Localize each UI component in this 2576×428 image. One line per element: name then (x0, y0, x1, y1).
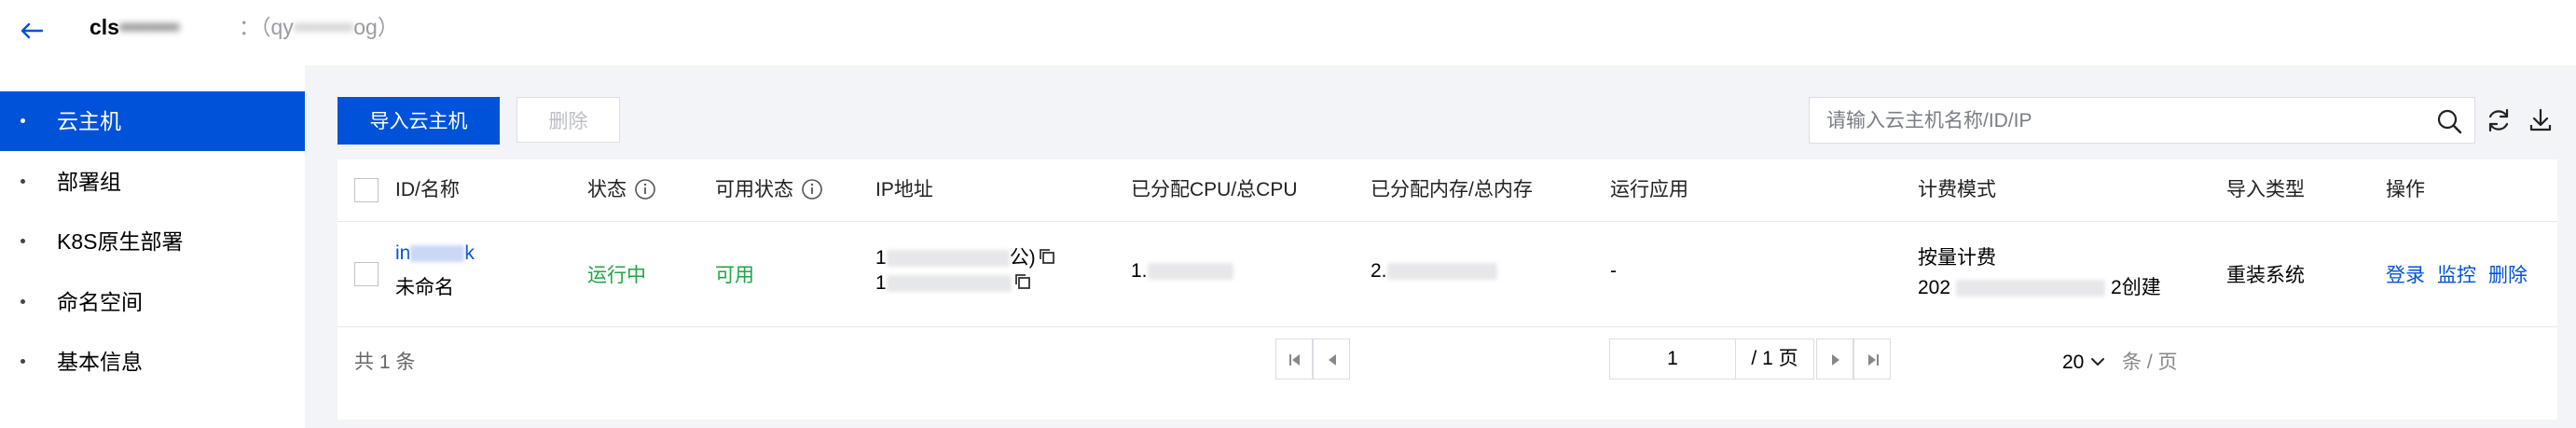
billing-created-date: 202 2创建 (1918, 272, 2161, 300)
availability-available: 可用 (715, 265, 754, 286)
redacted-cluster-id: •••••••• (118, 15, 180, 39)
redacted-cpu (1147, 263, 1233, 281)
ip-private-prefix: 1 (875, 272, 887, 294)
search-box (1809, 97, 2475, 145)
page-title-prefix: cls (90, 15, 119, 39)
sidebar-item-deploy-group[interactable]: 部署组 (0, 152, 305, 212)
sidebar-item-k8s-deploy[interactable]: K8S原生部署 (0, 212, 305, 271)
column-header-availability-label: 可用状态 (715, 179, 793, 200)
bullet-icon (21, 118, 25, 123)
sidebar-item-namespace[interactable]: 命名空间 (0, 272, 305, 332)
column-header-id-name: ID/名称 (395, 179, 460, 200)
cvm-table-card: ID/名称 状态 可用状态 IP地址 已分配CPU/总CPU 已分配内存/总内存… (337, 159, 2557, 420)
column-header-running-app: 运行应用 (1610, 179, 1688, 200)
redacted-cluster-name: •••••••• (293, 15, 354, 39)
redacted-instance-id (410, 245, 465, 263)
redacted-date (1956, 280, 2106, 297)
memory-allocation: 2. (1371, 260, 1497, 283)
per-page-unit: 条 / 页 (2122, 352, 2178, 373)
mem-prefix: 2. (1371, 260, 1387, 282)
monitor-link[interactable]: 监控 (2437, 260, 2476, 288)
total-pages: / 1 页 (1736, 338, 1814, 380)
column-header-billing-mode: 计费模式 (1918, 179, 1996, 200)
cpu-prefix: 1. (1131, 260, 1148, 282)
import-cvm-button[interactable]: 导入云主机 (337, 97, 500, 145)
import-type: 重装系统 (2226, 265, 2305, 286)
redacted-public-ip (886, 250, 1010, 268)
info-icon[interactable] (801, 178, 823, 200)
page-subtitle-end: og） (353, 15, 399, 39)
last-page-button[interactable] (1853, 338, 1891, 380)
sidebar-item-label: 部署组 (57, 170, 121, 194)
ip-private: 1 (875, 272, 1032, 295)
delete-link[interactable]: 删除 (2488, 260, 2528, 288)
page-size-select[interactable]: 20 (2062, 346, 2106, 380)
copy-icon[interactable] (1013, 272, 1032, 291)
bullet-icon (21, 299, 25, 304)
column-header-import-type: 导入类型 (2226, 179, 2305, 200)
row-checkbox[interactable] (354, 262, 379, 286)
billing-date-prefix: 202 (1918, 277, 1951, 298)
instance-id-prefix: in (395, 242, 411, 264)
prev-page-button[interactable] (1313, 338, 1350, 380)
copy-icon[interactable] (1038, 247, 1056, 266)
download-icon[interactable] (2527, 106, 2555, 134)
instance-name: 未命名 (395, 277, 454, 298)
caret-left-icon (1329, 354, 1336, 366)
caret-right-icon (1832, 354, 1839, 366)
redacted-memory (1386, 263, 1497, 281)
ip-public: 1 公) (875, 242, 1056, 270)
cpu-allocation: 1. (1131, 260, 1233, 283)
sidebar-item-label: 云主机 (57, 109, 121, 133)
instance-id-link[interactable]: in k (395, 242, 475, 265)
column-header-memory: 已分配内存/总内存 (1371, 179, 1533, 200)
first-page-icon (1289, 354, 1300, 366)
sidebar-item-label: 基本信息 (57, 350, 143, 374)
column-header-cpu: 已分配CPU/总CPU (1131, 179, 1298, 200)
redacted-private-ip (886, 275, 1012, 293)
bullet-icon (21, 359, 25, 364)
sidebar-item-label: K8S原生部署 (57, 229, 184, 254)
search-icon[interactable] (2435, 107, 2463, 135)
page-subtitle: ：（qy••••••••og） (239, 11, 399, 43)
ip-public-suffix: 公) (1009, 247, 1036, 269)
info-icon[interactable] (634, 178, 656, 200)
arrow-left-icon[interactable] (17, 16, 47, 46)
table-header: ID/名称 状态 可用状态 IP地址 已分配CPU/总CPU 已分配内存/总内存… (337, 159, 2557, 222)
bullet-icon (21, 179, 25, 184)
page-title: cls•••••••• (90, 11, 179, 43)
first-page-button[interactable] (1275, 338, 1313, 380)
instance-id-suffix: k (464, 242, 475, 264)
sidebar: 云主机 部署组 K8S原生部署 命名空间 基本信息 (0, 65, 305, 428)
total-count: 共 1 条 (354, 352, 416, 373)
delete-button[interactable]: 删除 (517, 97, 620, 143)
sidebar-item-cvm[interactable]: 云主机 (0, 91, 305, 151)
login-link[interactable]: 登录 (2386, 260, 2425, 288)
search-input[interactable] (1810, 98, 2425, 145)
page-size-value: 20 (2062, 352, 2085, 373)
table-row: in k 未命名 运行中 可用 1 公) 1 1. 2. - 按量计费 202 2创建… (337, 222, 2557, 327)
page-header: cls•••••••• ：（qy••••••••og） (0, 0, 2576, 65)
sidebar-item-basic-info[interactable]: 基本信息 (0, 332, 305, 392)
billing-date-suffix: 2创建 (2111, 277, 2161, 298)
bullet-icon (21, 239, 25, 243)
chevron-down-icon (2091, 357, 2105, 366)
next-page-button[interactable] (1816, 338, 1853, 380)
last-page-icon (1868, 354, 1879, 366)
column-header-status-label: 状态 (587, 179, 627, 200)
column-header-actions: 操作 (2386, 179, 2425, 200)
page-subtitle-prefix: ：（qy (239, 15, 294, 39)
column-header-availability: 可用状态 (715, 159, 823, 221)
running-app: - (1610, 260, 1617, 282)
billing-mode: 按量计费 (1918, 247, 1996, 269)
page-number-input[interactable] (1609, 338, 1736, 380)
refresh-icon[interactable] (2485, 106, 2513, 134)
column-header-status: 状态 (587, 159, 656, 221)
select-all-checkbox[interactable] (354, 178, 379, 202)
sidebar-item-label: 命名空间 (57, 290, 143, 314)
column-header-ip: IP地址 (875, 179, 933, 200)
ip-public-prefix: 1 (875, 247, 887, 269)
status-running: 运行中 (587, 265, 646, 286)
